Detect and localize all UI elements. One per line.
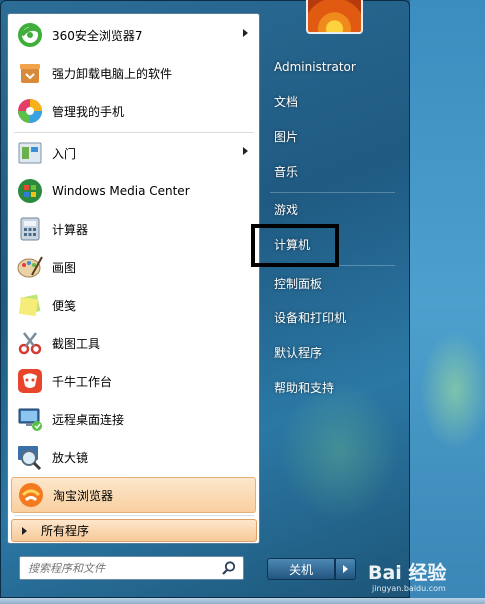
watermark-brand: Bai 经验 (368, 562, 447, 584)
program-label: 放大镜 (52, 450, 89, 465)
media-center-icon (14, 175, 46, 207)
program-media-center[interactable]: Windows Media Center (11, 173, 256, 209)
submenu-arrow-icon[interactable] (243, 29, 248, 37)
program-label: 远程桌面连接 (52, 412, 125, 427)
search-input[interactable] (28, 559, 208, 577)
right-item-label: 默认程序 (274, 345, 323, 360)
desktop-background (410, 0, 485, 604)
right-item-label: 帮助和支持 (274, 380, 335, 395)
separator (14, 515, 254, 516)
submenu-arrow-icon[interactable] (243, 147, 248, 155)
right-arrow-icon (22, 526, 27, 535)
program-taobao-browser[interactable]: 淘宝浏览器 (11, 477, 256, 513)
search-box[interactable] (19, 556, 244, 580)
uninstall-icon (14, 57, 46, 89)
right-item-control-panel[interactable]: 控制面板 (266, 268, 396, 298)
separator (14, 132, 254, 133)
program-label: 管理我的手机 (52, 104, 125, 119)
getting-started-icon (14, 137, 46, 169)
program-label: 画图 (52, 260, 77, 275)
right-item-documents[interactable]: 文档 (266, 86, 396, 116)
right-arrow-icon (343, 565, 348, 573)
right-item-default-programs[interactable]: 默认程序 (266, 337, 396, 367)
snipping-tool-icon (14, 327, 46, 359)
shutdown-label: 关机 (288, 562, 313, 577)
program-label: 便笺 (52, 298, 77, 313)
right-item-help-support[interactable]: 帮助和支持 (266, 372, 396, 402)
separator (270, 192, 395, 193)
program-360-browser[interactable]: 360安全浏览器7 (11, 17, 256, 53)
right-item-label: Administrator (274, 60, 356, 74)
baidu-watermark: Bai 经验 jingyan.baidu.com (368, 556, 480, 596)
program-qianniu[interactable]: 千牛工作台 (11, 363, 256, 399)
program-uninstall[interactable]: 强力卸载电脑上的软件 (11, 55, 256, 91)
program-label: 360安全浏览器7 (52, 28, 143, 43)
right-item-label: 设备和打印机 (274, 310, 347, 325)
program-label: 强力卸载电脑上的软件 (52, 66, 173, 81)
program-label: Windows Media Center (52, 184, 190, 198)
user-picture[interactable] (306, 0, 363, 34)
program-remote-desktop[interactable]: 远程桌面连接 (11, 401, 256, 437)
phone-manager-icon (14, 95, 46, 127)
watermark-url: jingyan.baidu.com (372, 584, 446, 593)
program-magnifier[interactable]: 放大镜 (11, 439, 256, 475)
program-phone-manager[interactable]: 管理我的手机 (11, 93, 256, 129)
program-label: 淘宝浏览器 (53, 488, 114, 503)
shutdown-options-button[interactable] (335, 558, 356, 580)
right-item-label: 控制面板 (274, 276, 323, 291)
program-calculator[interactable]: 计算器 (11, 211, 256, 247)
paint-icon (14, 251, 46, 283)
magnifier-icon (14, 441, 46, 473)
qianniu-icon (14, 365, 46, 397)
right-item-label: 音乐 (274, 164, 299, 179)
programs-panel: 360安全浏览器7 强力卸载电脑上的软件 管理我的手机 入门 Windows M… (7, 13, 260, 544)
right-item-label: 图片 (274, 129, 299, 144)
program-label: 入门 (52, 146, 77, 161)
search-icon[interactable] (221, 560, 237, 579)
right-item-games[interactable]: 游戏 (266, 194, 396, 224)
calculator-icon (14, 213, 46, 245)
program-sticky-notes[interactable]: 便笺 (11, 287, 256, 323)
taskbar-edge (0, 598, 485, 604)
program-paint[interactable]: 画图 (11, 249, 256, 285)
program-getting-started[interactable]: 入门 (11, 135, 256, 171)
shutdown-button[interactable]: 关机 (267, 558, 335, 580)
remote-desktop-icon (14, 403, 46, 435)
right-item-music[interactable]: 音乐 (266, 156, 396, 186)
program-label: 计算器 (52, 222, 89, 237)
right-item-devices-printers[interactable]: 设备和打印机 (266, 302, 396, 332)
right-item-pictures[interactable]: 图片 (266, 121, 396, 151)
program-label: 截图工具 (52, 336, 101, 351)
taobao-browser-icon (15, 479, 47, 511)
highlight-box (251, 224, 339, 267)
all-programs-button[interactable]: 所有程序 (11, 519, 257, 542)
program-snipping-tool[interactable]: 截图工具 (11, 325, 256, 361)
all-programs-label: 所有程序 (41, 524, 90, 538)
right-item-label: 游戏 (274, 202, 299, 217)
sticky-notes-icon (14, 289, 46, 321)
360-browser-icon (14, 19, 46, 51)
right-item-administrator[interactable]: Administrator (266, 52, 396, 82)
right-item-label: 文档 (274, 94, 299, 109)
program-label: 千牛工作台 (52, 374, 113, 389)
